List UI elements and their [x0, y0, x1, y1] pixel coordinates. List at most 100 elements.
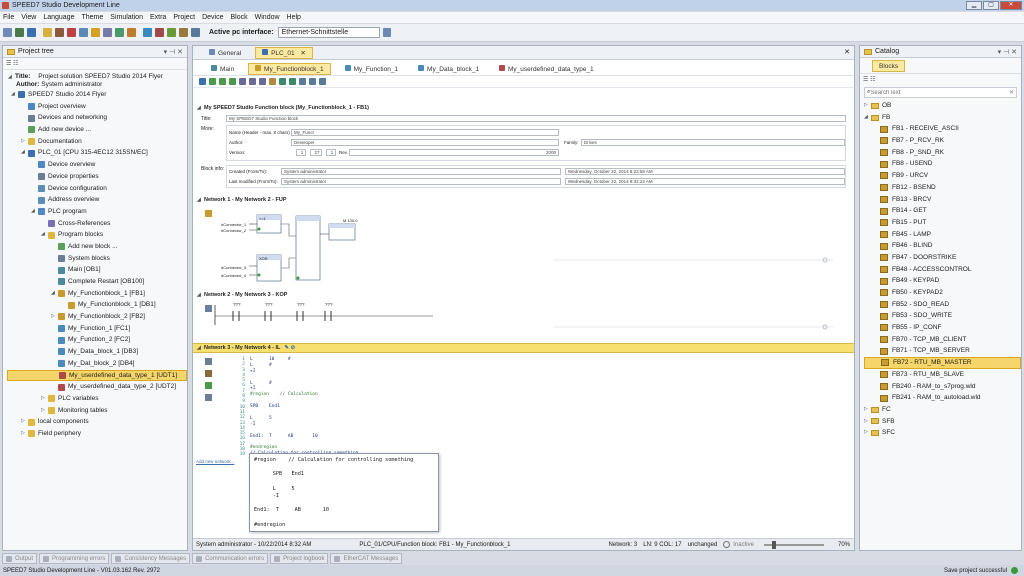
rev-input[interactable]: 2000	[349, 149, 559, 156]
family-input[interactable]: Drives	[581, 139, 845, 146]
menu-theme[interactable]: Theme	[81, 14, 103, 21]
expander-icon[interactable]: ◢	[31, 206, 37, 218]
block-tab-fb1[interactable]: My_Functionblock_1	[248, 63, 331, 75]
close-button[interactable]: ✕	[1000, 1, 1022, 10]
tree-item[interactable]: Cross-References	[7, 218, 187, 230]
save-icon[interactable]	[27, 28, 36, 37]
tree-item[interactable]: Device overview	[7, 159, 187, 171]
minimize-button[interactable]: ▁	[966, 1, 982, 10]
tree-item[interactable]: ◢ SPEED7 Studio 2014 Flyer	[7, 89, 187, 101]
menu-project[interactable]: Project	[173, 14, 195, 21]
tree-item[interactable]: ◢ PLC_01 [CPU 315-4EC12 315SN/EC]	[7, 147, 187, 159]
catalog-item[interactable]: FB45 - LAMP	[864, 229, 1021, 241]
tree-item[interactable]: Project overview	[7, 101, 187, 113]
step-out-icon[interactable]	[309, 78, 316, 85]
bottom-tab[interactable]: Consistency Messages	[111, 553, 191, 564]
simulate-icon[interactable]	[191, 28, 200, 37]
comment-icon[interactable]	[269, 78, 276, 85]
tree-item[interactable]: My_userdefined_data_type_1 [UDT1]	[7, 369, 187, 382]
tab-blocks[interactable]: Blocks	[872, 60, 906, 72]
paste-icon[interactable]	[91, 28, 100, 37]
new-project-icon[interactable]	[3, 28, 12, 37]
bottom-tab[interactable]: Output	[2, 553, 38, 564]
tree-view-icon[interactable]: ☰ ☷	[6, 61, 18, 67]
block-tab-main[interactable]: Main	[205, 64, 240, 76]
copy-icon[interactable]	[79, 28, 88, 37]
catalog-item[interactable]: FB13 - BRCV	[864, 194, 1021, 206]
block-tab-udt1[interactable]: My_userdefined_data_type_1	[493, 64, 600, 76]
catalog-item[interactable]: FB46 - BLIND	[864, 240, 1021, 252]
bottom-tab[interactable]: Programming errors	[39, 553, 110, 564]
diagnostics-icon[interactable]	[179, 28, 188, 37]
expander-icon[interactable]: ▷	[21, 136, 27, 148]
step-icon[interactable]	[289, 78, 296, 85]
version-major-input[interactable]: 1	[296, 149, 306, 156]
zoom-thumb[interactable]	[771, 540, 776, 549]
tree-item[interactable]: ▷ local components	[7, 416, 187, 428]
expander-icon[interactable]: ▷	[41, 393, 47, 405]
il-tool-icon-1[interactable]	[205, 358, 212, 365]
open-project-icon[interactable]	[15, 28, 24, 37]
tree-item[interactable]: Add new device ...	[7, 124, 187, 136]
catalog-group[interactable]: ▷ OB	[864, 100, 1021, 112]
panel-pin-icon[interactable]: ▾ ⊣ ✕	[164, 48, 183, 56]
catalog-group[interactable]: ▷ SFC	[864, 427, 1021, 439]
zoom-slider[interactable]	[763, 540, 824, 549]
menu-block[interactable]: Block	[231, 14, 248, 21]
network-3-header[interactable]: ◢ Network 3 - My Network 4 - IL ✎ ⊘	[193, 343, 854, 353]
menu-file[interactable]: File	[3, 14, 14, 21]
expander-icon[interactable]: ▷	[21, 416, 27, 428]
tree-item[interactable]: ▷ Field periphery	[7, 428, 187, 440]
tree-item[interactable]: ◢ Program blocks	[7, 229, 187, 241]
catalog-item[interactable]: FB240 - RAM_to_s7prog.wld	[864, 381, 1021, 393]
editor-save-icon[interactable]	[199, 78, 206, 85]
version-patch-input[interactable]: 1	[326, 149, 336, 156]
menu-window[interactable]: Window	[255, 14, 280, 21]
catalog-item[interactable]: FB8 - USEND	[864, 158, 1021, 170]
catalog-item[interactable]: FB55 - IP_CONF	[864, 322, 1021, 334]
delete-icon[interactable]	[67, 28, 76, 37]
tree-item[interactable]: ◢ PLC program	[7, 206, 187, 218]
online-icon[interactable]	[143, 28, 152, 37]
tree-item[interactable]: Device properties	[7, 171, 187, 183]
catalog-item[interactable]: FB50 - KEYPAD2	[864, 287, 1021, 299]
expander-icon[interactable]: ▷	[21, 428, 27, 440]
close-editor-icon[interactable]: ✕	[844, 48, 850, 56]
tree-item[interactable]: My_Dat_block_2 [DB4]	[7, 358, 187, 370]
tab-general[interactable]: General	[203, 48, 247, 60]
and-gate[interactable]	[295, 215, 321, 281]
pc-interface-select[interactable]: Ethernet-Schnittstelle	[277, 27, 380, 38]
download-icon[interactable]	[115, 28, 124, 37]
catalog-view-icon[interactable]: ☰ ☷	[863, 77, 875, 83]
catalog-item[interactable]: FB72 - RTU_MB_MASTER	[864, 357, 1021, 369]
author-input[interactable]: Developer	[291, 139, 559, 146]
tree-item[interactable]: My_Function_1 [FC1]	[7, 323, 187, 335]
expander-icon[interactable]: ▷	[864, 416, 870, 428]
catalog-item[interactable]: FB1 - RECEIVE_ASCII	[864, 123, 1021, 135]
catalog-item[interactable]: FB48 - ACCESSCONTROL	[864, 264, 1021, 276]
catalog-item[interactable]: FB14 - GET	[864, 205, 1021, 217]
tree-item[interactable]: ▷ Documentation	[7, 136, 187, 148]
catalog-group[interactable]: ◢ FB	[864, 112, 1021, 124]
folder-icon[interactable]	[43, 28, 52, 37]
add-network-link[interactable]: Add new network...	[196, 459, 234, 464]
network-3-edit-icon[interactable]: ✎ ⊘	[284, 345, 295, 351]
catalog-item[interactable]: FB70 - TCP_MB_CLIENT	[864, 334, 1021, 346]
tree-item[interactable]: My_Data_block_1 [DB3]	[7, 346, 187, 358]
catalog-item[interactable]: FB7 - P_RCV_RK	[864, 135, 1021, 147]
catalog-search-input[interactable]	[870, 89, 991, 96]
name-input[interactable]: My_Funct	[291, 129, 559, 136]
watch-icon[interactable]	[319, 78, 326, 85]
menu-view[interactable]: View	[21, 14, 36, 21]
tree-item[interactable]: Add new block ...	[7, 241, 187, 253]
maximize-button[interactable]: ▢	[983, 1, 999, 10]
tree-item[interactable]: ◢ My_Functionblock_1 [FB1]	[7, 288, 187, 300]
monitor-icon[interactable]	[167, 28, 176, 37]
title-input[interactable]: My SPEED7 Studio Function block	[226, 115, 846, 122]
catalog-item[interactable]: FB71 - TCP_MB_SERVER	[864, 345, 1021, 357]
block-tab-fc1[interactable]: My_Function_1	[339, 64, 404, 76]
expander-icon[interactable]: ◢	[864, 112, 870, 124]
expander-icon[interactable]: ▷	[864, 100, 870, 112]
awl-icon[interactable]	[259, 78, 266, 85]
expander-icon[interactable]: ◢	[11, 89, 17, 101]
